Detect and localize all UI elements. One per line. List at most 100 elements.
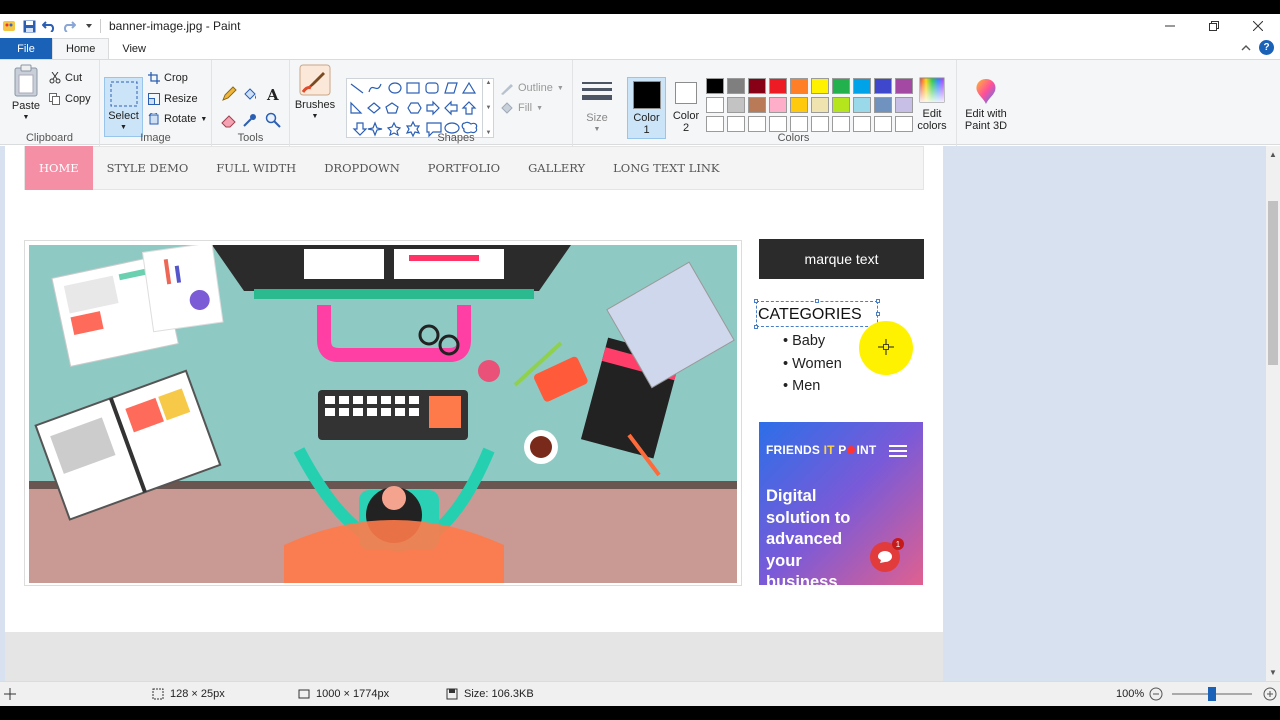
image-canvas[interactable]: HOME STYLE DEMO FULL WIDTH DROPDOWN PORT… bbox=[5, 146, 943, 681]
tab-view[interactable]: View bbox=[109, 38, 159, 59]
selection-handle-bl[interactable] bbox=[754, 325, 758, 329]
palette-swatch-3[interactable] bbox=[748, 78, 766, 94]
palette-swatch-28[interactable] bbox=[853, 116, 871, 132]
brushes-dropdown-icon[interactable]: ▼ bbox=[312, 111, 319, 123]
brushes-button[interactable]: Brushes ▼ bbox=[294, 64, 336, 123]
palette-swatch-19[interactable] bbox=[874, 97, 892, 113]
palette-swatch-1[interactable] bbox=[706, 78, 724, 94]
zoom-slider-thumb[interactable] bbox=[1208, 687, 1216, 701]
magnifier-icon[interactable] bbox=[265, 111, 281, 129]
category-item-men: • Men bbox=[783, 378, 821, 394]
copy-button[interactable]: Copy bbox=[49, 90, 91, 108]
palette-swatch-17[interactable] bbox=[832, 97, 850, 113]
selection-handle-t[interactable] bbox=[815, 299, 819, 303]
shapes-gallery[interactable] bbox=[346, 78, 494, 138]
zoom-out-icon[interactable] bbox=[1149, 687, 1163, 701]
palette-swatch-12[interactable] bbox=[727, 97, 745, 113]
palette-swatch-24[interactable] bbox=[769, 116, 787, 132]
selection-size-icon bbox=[152, 688, 164, 700]
palette-swatch-2[interactable] bbox=[727, 78, 745, 94]
restore-button[interactable] bbox=[1192, 14, 1236, 38]
text-tool-icon[interactable]: A bbox=[265, 85, 281, 103]
palette-swatch-18[interactable] bbox=[853, 97, 871, 113]
palette-swatch-15[interactable] bbox=[790, 97, 808, 113]
color-picker-icon[interactable] bbox=[242, 111, 258, 129]
undo-icon[interactable] bbox=[42, 19, 56, 33]
selection-handle-tr[interactable] bbox=[876, 299, 880, 303]
nav-item-style-demo: STYLE DEMO bbox=[106, 161, 189, 175]
zoom-in-icon[interactable] bbox=[1263, 687, 1277, 701]
palette-swatch-14[interactable] bbox=[769, 97, 787, 113]
pencil-icon[interactable] bbox=[221, 85, 237, 103]
scrollbar-thumb[interactable] bbox=[1268, 201, 1278, 365]
color2-button[interactable]: Color 2 bbox=[668, 80, 704, 140]
vertical-scrollbar[interactable]: ▲ ▼ bbox=[1266, 146, 1280, 681]
eraser-icon[interactable] bbox=[221, 111, 237, 129]
palette-swatch-7[interactable] bbox=[832, 78, 850, 94]
scroll-down-icon[interactable]: ▼ bbox=[1269, 668, 1277, 677]
palette-swatch-4[interactable] bbox=[769, 78, 787, 94]
crop-button[interactable]: Crop bbox=[148, 69, 188, 87]
select-button[interactable]: Select ▼ bbox=[104, 77, 143, 137]
ad-banner: FRIENDS IT P INT Digital solution to adva… bbox=[759, 422, 923, 585]
palette-swatch-27[interactable] bbox=[832, 116, 850, 132]
minimize-button[interactable] bbox=[1148, 14, 1192, 38]
scroll-up-icon[interactable]: ▲ bbox=[1269, 150, 1277, 159]
cut-button[interactable]: Cut bbox=[49, 69, 82, 87]
palette-swatch-11[interactable] bbox=[706, 97, 724, 113]
rotate-button[interactable]: Rotate ▼ bbox=[148, 110, 207, 128]
palette-swatch-20[interactable] bbox=[895, 97, 913, 113]
fill-dropdown-icon[interactable]: ▼ bbox=[536, 105, 543, 112]
selection-handle-r[interactable] bbox=[876, 312, 880, 316]
edit-colors-button[interactable]: Edit colors bbox=[912, 77, 952, 132]
palette-swatch-30[interactable] bbox=[895, 116, 913, 132]
palette-swatch-22[interactable] bbox=[727, 116, 745, 132]
outline-dropdown-icon[interactable]: ▼ bbox=[557, 85, 564, 92]
save-icon[interactable] bbox=[22, 19, 36, 33]
customize-toolbar-icon[interactable] bbox=[82, 19, 96, 33]
resize-button[interactable]: Resize bbox=[148, 90, 198, 108]
palette-swatch-6[interactable] bbox=[811, 78, 829, 94]
edit-with-paint3d-button[interactable]: Edit with Paint 3D bbox=[960, 77, 1012, 132]
fill-bucket-icon[interactable] bbox=[242, 85, 258, 103]
palette-swatch-5[interactable] bbox=[790, 78, 808, 94]
help-icon[interactable]: ? bbox=[1259, 40, 1274, 55]
chat-count-badge: 1 bbox=[892, 538, 904, 550]
outline-button[interactable]: Outline ▼ bbox=[500, 79, 564, 97]
palette-swatch-13[interactable] bbox=[748, 97, 766, 113]
fill-button[interactable]: Fill ▼ bbox=[500, 99, 543, 117]
minimize-ribbon-icon[interactable] bbox=[1241, 41, 1251, 55]
shapes-scroll-down-icon[interactable]: ▼ bbox=[486, 105, 492, 111]
palette-swatch-26[interactable] bbox=[811, 116, 829, 132]
paint-window: banner-image.jpg - Paint File Home View … bbox=[0, 14, 1280, 706]
selection-handle-tl[interactable] bbox=[754, 299, 758, 303]
tab-file[interactable]: File bbox=[0, 38, 52, 59]
rotate-dropdown-icon[interactable]: ▼ bbox=[200, 116, 207, 123]
zoom-level: 100% bbox=[1116, 688, 1145, 700]
palette-swatch-16[interactable] bbox=[811, 97, 829, 113]
size-button[interactable]: Size ▼ bbox=[579, 80, 615, 136]
redo-icon[interactable] bbox=[62, 19, 76, 33]
paste-dropdown-icon[interactable]: ▼ bbox=[23, 112, 30, 124]
copy-label: Copy bbox=[65, 93, 91, 105]
palette-swatch-9[interactable] bbox=[874, 78, 892, 94]
paint-app-icon[interactable] bbox=[2, 19, 16, 33]
shapes-scroll-up-icon[interactable]: ▲ bbox=[486, 80, 492, 86]
color1-button[interactable]: Color 1 bbox=[627, 77, 666, 139]
crop-icon bbox=[148, 72, 160, 84]
palette-swatch-25[interactable] bbox=[790, 116, 808, 132]
text-selection-box[interactable] bbox=[756, 301, 878, 327]
canvas-workspace[interactable]: HOME STYLE DEMO FULL WIDTH DROPDOWN PORT… bbox=[0, 146, 1266, 681]
palette-swatch-23[interactable] bbox=[748, 116, 766, 132]
copy-icon bbox=[49, 93, 61, 105]
palette-swatch-21[interactable] bbox=[706, 116, 724, 132]
paste-button[interactable]: Paste ▼ bbox=[8, 64, 44, 124]
palette-swatch-8[interactable] bbox=[853, 78, 871, 94]
ad-headline-line3: advanced bbox=[766, 530, 843, 548]
shapes-scroll[interactable]: ▲ ▼ ▼ bbox=[482, 78, 494, 138]
size-dropdown-icon[interactable]: ▼ bbox=[594, 124, 601, 136]
palette-swatch-29[interactable] bbox=[874, 116, 892, 132]
palette-swatch-10[interactable] bbox=[895, 78, 913, 94]
tab-home[interactable]: Home bbox=[52, 38, 110, 59]
close-button[interactable] bbox=[1236, 14, 1280, 38]
